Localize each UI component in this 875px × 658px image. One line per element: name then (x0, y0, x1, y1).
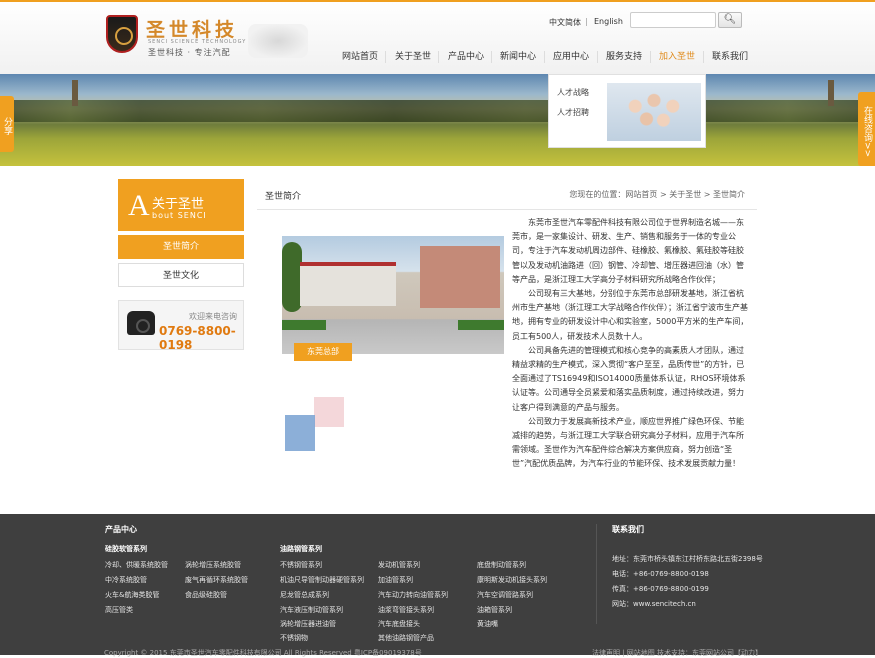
footer-link[interactable]: 不锈钢管系列 (280, 560, 322, 570)
footer-link[interactable]: 发动机管系列 (378, 560, 420, 570)
article-text: 东莞市圣世汽车零配件科技有限公司位于世界制造名城——东莞市，是一家集设计、研发、… (512, 216, 749, 472)
footer-link[interactable]: 加油管系列 (378, 575, 413, 585)
logo-parts-image (248, 24, 308, 58)
footer-link[interactable]: 油浆弯管接头系列 (378, 605, 434, 615)
footer-contact-fax: 传真：+86-0769-8800-0199 (612, 585, 709, 593)
phone-number: 0769-8800-0198 (159, 324, 236, 352)
nav-join[interactable]: 加入圣世 (659, 47, 695, 67)
footer-link[interactable]: 废气再循环系统胶管 (185, 575, 248, 585)
sidebar-title-cn: 关于圣世 (152, 197, 205, 212)
sidebar-title-letter: A (128, 189, 150, 222)
search-input[interactable] (630, 12, 716, 28)
footer-col1-heading[interactable]: 硅胶软管系列 (105, 544, 147, 554)
footer-legal-links[interactable]: 法律声明 | 网站地图 技术支持：东莞网站公司【动力】 (592, 648, 762, 658)
nav-service[interactable]: 服务支持 (606, 47, 642, 67)
search-icon: 🔍︎ (723, 14, 737, 25)
sidebar-title-en: bout SENCI (152, 211, 207, 220)
footer-link[interactable]: 食品级硅胶管 (185, 590, 227, 600)
footer-link[interactable]: 汽车动力转向油管系列 (378, 590, 448, 600)
footer-link[interactable]: 中冷系统胶管 (105, 575, 147, 585)
banner-pagoda (72, 80, 78, 106)
nav-divider (544, 51, 545, 63)
sidebar-item-culture[interactable]: 圣世文化 (118, 263, 244, 287)
sidebar-phone-box: 欢迎来电咨询 0769-8800-0198 (118, 300, 244, 352)
search-button[interactable]: 🔍︎ (718, 12, 742, 28)
join-dropdown-menu: 人才战略 人才招聘 (548, 74, 706, 148)
footer-divider (596, 524, 597, 624)
footer-link[interactable]: 不锈钢物 (280, 633, 308, 643)
photo-hedge (282, 320, 326, 330)
dropdown-item-recruitment[interactable]: 人才招聘 (557, 107, 589, 118)
nav-products[interactable]: 产品中心 (448, 47, 484, 67)
nav-divider (438, 51, 439, 63)
sidebar-item-intro[interactable]: 圣世简介 (118, 235, 244, 259)
share-tab[interactable]: 分享 (0, 96, 14, 152)
page-title: 圣世简介 (265, 192, 302, 202)
banner-image (0, 74, 875, 166)
footer-link[interactable]: 冷却、供暖系统胶管 (105, 560, 168, 570)
footer-link[interactable]: 尼龙管总成系列 (280, 590, 329, 600)
headquarters-photo (282, 236, 504, 354)
article-paragraph: 东莞市圣世汽车零配件科技有限公司位于世界制造名城——东莞市，是一家集设计、研发、… (512, 218, 744, 284)
nav-divider (703, 51, 704, 63)
footer-contact-website[interactable]: 网站：www.sencitech.cn (612, 599, 696, 609)
footer-link[interactable]: 康明斯发动机接头系列 (477, 575, 547, 585)
nav-applications[interactable]: 应用中心 (553, 47, 589, 67)
banner-treeline (0, 100, 875, 122)
lang-chinese-link[interactable]: 中文简体 (549, 17, 581, 28)
telephone-icon (127, 311, 155, 335)
footer-link[interactable]: 底盘制动管系列 (477, 560, 526, 570)
banner-pagoda (828, 80, 834, 106)
footer-contact-address: 地址：东莞市桥头镇东江村桥东路北五街2398号 (612, 555, 763, 563)
content-header: 圣世简介 您现在的位置：网站首页 > 关于圣世 > 圣世简介 (257, 180, 757, 210)
nav-contact[interactable]: 联系我们 (712, 47, 748, 67)
photo-caption: 东莞总部 (294, 343, 352, 361)
dropdown-item-talent-strategy[interactable]: 人才战略 (557, 87, 589, 98)
breadcrumb: 您现在的位置：网站首页 > 关于圣世 > 圣世简介 (569, 190, 745, 199)
footer-copyright: Copyright © 2015 东莞市圣世汽车零配件科技有限公司 All Ri… (104, 649, 422, 657)
decor-square (314, 397, 344, 427)
logo-english: SENCI SCIENCE TECHNOLOGY (148, 39, 247, 45)
nav-news[interactable]: 新闻中心 (500, 47, 536, 67)
footer-col3-heading[interactable]: 油路钢管系列 (280, 544, 322, 554)
footer-link[interactable]: 汽车底盘接头 (378, 619, 420, 629)
footer-link[interactable]: 机油尺导管制动器硬管系列 (280, 575, 364, 585)
footer-link[interactable]: 高压管类 (105, 605, 133, 615)
logo-title[interactable]: 圣世科技 (146, 15, 238, 42)
article-paragraph: 公司致力于发展高新技术产业，顺应世界推广绿色环保、节能减排的趋势，与浙江理工大学… (512, 416, 744, 469)
nav-divider (491, 51, 492, 63)
dropdown-team-photo (607, 83, 701, 141)
article-paragraph: 公司现有三大基地，分别位于东莞市总部研发基地，浙江省杭州市生产基地（浙江理工大学… (512, 289, 749, 341)
logo-slogan: 圣世科技 · 专注汽配 (148, 48, 231, 57)
photo-hedge (458, 320, 504, 330)
footer-contact-heading: 联系我们 (612, 525, 644, 534)
decor-square (285, 415, 315, 451)
footer-link[interactable]: 火车&航海类胶管 (105, 590, 159, 600)
photo-tree (282, 242, 302, 312)
article-paragraph: 公司具备先进的管理模式和核心竞争的高素质人才团队，通过精益求精的生产模式，深入贯… (512, 345, 746, 412)
sidebar-title: A 关于圣世 bout SENCI (118, 179, 244, 231)
nav-divider (385, 51, 386, 63)
lang-separator: | (585, 17, 588, 26)
nav-divider (597, 51, 598, 63)
logo-emblem-icon[interactable] (106, 15, 138, 53)
footer-link[interactable]: 油箱管系列 (477, 605, 512, 615)
footer-link[interactable]: 涡轮增压系统胶管 (185, 560, 241, 570)
photo-building (300, 262, 396, 306)
phone-label: 欢迎来电咨询 (189, 312, 237, 321)
footer-link[interactable]: 黄油嘴 (477, 619, 498, 629)
footer-contact-phone: 电话：+86-0769-8800-0198 (612, 570, 709, 578)
online-consult-tab[interactable]: 在线咨询>> (858, 92, 875, 166)
nav-about[interactable]: 关于圣世 (395, 47, 431, 67)
nav-home[interactable]: 网站首页 (342, 47, 378, 67)
nav-divider (650, 51, 651, 63)
footer-link[interactable]: 汽车液压制动管系列 (280, 605, 343, 615)
footer-link[interactable]: 其他油路钢管产品 (378, 633, 434, 643)
photo-building (420, 246, 500, 308)
footer-products-heading: 产品中心 (105, 525, 137, 534)
lang-english-link[interactable]: English (594, 17, 623, 26)
header: 圣世科技 SENCI SCIENCE TECHNOLOGY 圣世科技 · 专注汽… (0, 2, 875, 74)
footer-link[interactable]: 涡轮增压器进油管 (280, 619, 336, 629)
footer-link[interactable]: 汽车空调管路系列 (477, 590, 533, 600)
